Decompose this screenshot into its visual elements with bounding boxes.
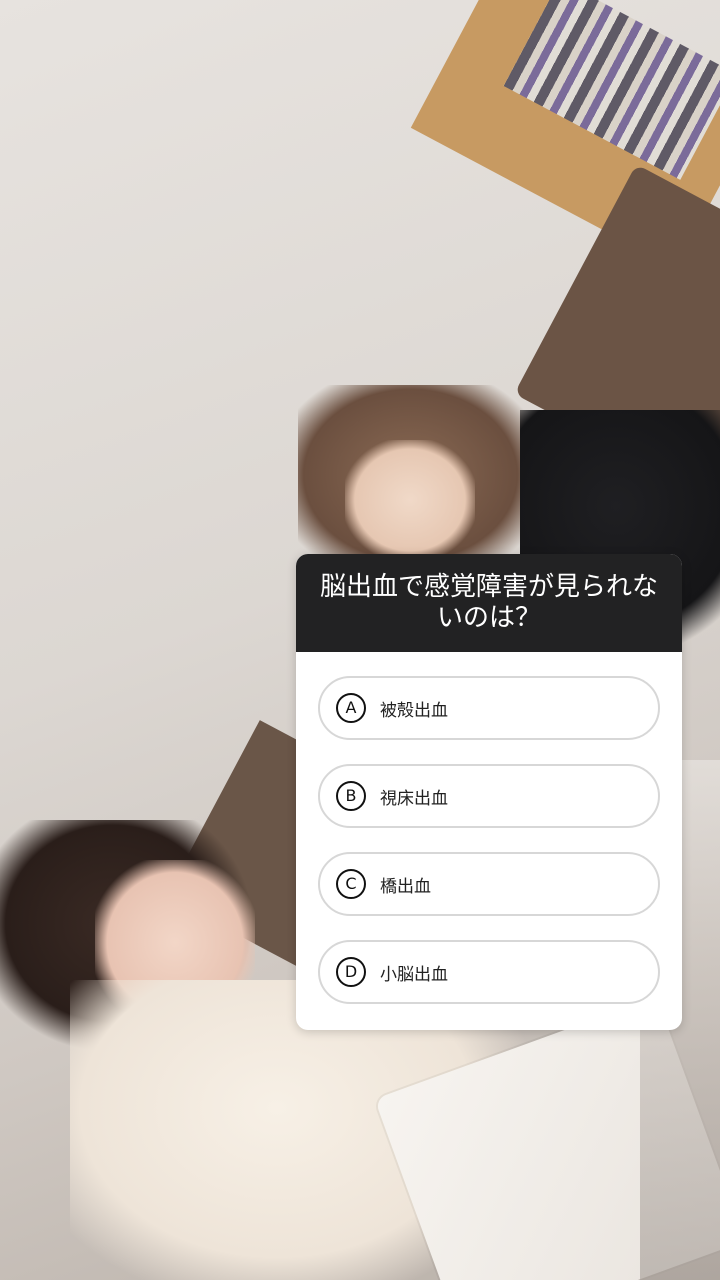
option-label-b: 視床出血 (380, 788, 448, 809)
option-label-d: 小脳出血 (380, 964, 448, 985)
quiz-header: 脳出血で感覚障害が見られないのは？ (296, 554, 682, 652)
quiz-option-b[interactable]: B 視床出血 (318, 764, 660, 828)
option-letter-c: C (336, 869, 366, 899)
quiz-question: 脳出血で感覚障害が見られないのは？ (319, 572, 658, 633)
option-letter-d: D (336, 957, 366, 987)
quiz-sticker: 脳出血で感覚障害が見られないのは？ A 被殻出血 B 視床出血 C 橋出血 D … (296, 554, 682, 1030)
option-letter-a: A (336, 693, 366, 723)
quiz-option-d[interactable]: D 小脳出血 (318, 940, 660, 1004)
story-screen: 脳出血で感覚障害が見られないのは？ A 被殻出血 B 視床出血 C 橋出血 D … (0, 0, 720, 1280)
option-letter-b: B (336, 781, 366, 811)
option-label-a: 被殻出血 (380, 700, 448, 721)
quiz-option-c[interactable]: C 橋出血 (318, 852, 660, 916)
quiz-options: A 被殻出血 B 視床出血 C 橋出血 D 小脳出血 (296, 652, 682, 1004)
background-person-top-face (345, 440, 475, 560)
quiz-option-a[interactable]: A 被殻出血 (318, 676, 660, 740)
option-label-c: 橋出血 (380, 876, 431, 897)
